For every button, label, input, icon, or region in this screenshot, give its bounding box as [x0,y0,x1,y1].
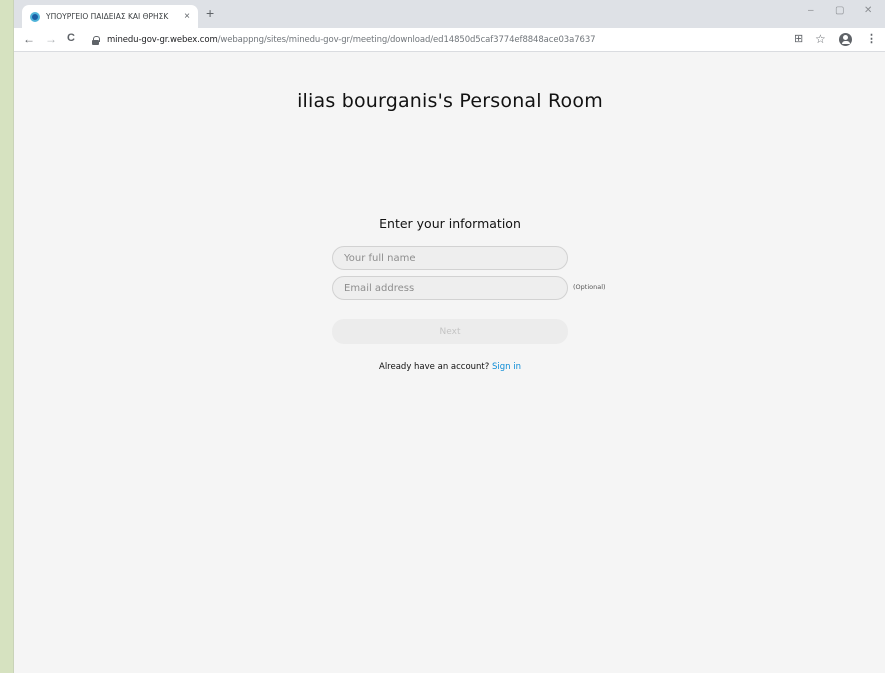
sign-in-link[interactable]: Sign in [492,362,521,372]
tab-title: ΥΠΟΥΡΓΕΙΟ ΠΑΙΔΕΙΑΣ ΚΑΙ ΘΡΗΣΚ [46,12,169,21]
next-button[interactable]: Next [332,319,568,344]
restore-icon[interactable]: ▢ [835,6,844,16]
back-icon[interactable]: ← [23,33,35,45]
translate-icon[interactable]: ⊞ [794,34,803,45]
desktop-background-strip [0,0,13,673]
url-path: /webappng/sites/minedu-gov-gr/meeting/do… [217,35,596,45]
tab-strip: ΥΠΟΥΡΓΕΙΟ ΠΑΙΔΕΙΑΣ ΚΑΙ ΘΡΗΣΚ × + – ▢ ✕ [14,0,885,28]
browser-window: ΥΠΟΥΡΓΕΙΟ ΠΑΙΔΕΙΑΣ ΚΑΙ ΘΡΗΣΚ × + – ▢ ✕ ←… [13,0,885,673]
url-text[interactable]: minedu-gov-gr.webex.com/webappng/sites/m… [107,35,596,45]
page-title: ilias bourganis's Personal Room [297,90,603,112]
minimize-icon[interactable]: – [808,6,814,16]
lock-icon[interactable] [92,35,100,45]
tab-close-icon[interactable]: × [184,11,190,22]
url-host: minedu-gov-gr.webex.com [107,35,218,45]
address-bar[interactable]: minedu-gov-gr.webex.com/webappng/sites/m… [92,31,792,49]
account-prompt-line: Already have an account? Sign in [14,362,885,372]
forward-icon[interactable]: → [45,33,57,45]
browser-toolbar: ← → C minedu-gov-gr.webex.com/webappng/s… [14,28,885,52]
browser-menu-icon[interactable]: ⋮ [866,34,877,45]
account-prompt-text: Already have an account? [379,362,490,372]
browser-tab[interactable]: ΥΠΟΥΡΓΕΙΟ ΠΑΙΔΕΙΑΣ ΚΑΙ ΘΡΗΣΚ × [22,5,198,28]
email-input[interactable] [332,276,568,300]
webex-favicon-icon [30,11,40,22]
form-heading: Enter your information [379,216,521,231]
profile-icon[interactable] [839,33,852,46]
close-window-icon[interactable]: ✕ [864,6,872,16]
bookmark-star-icon[interactable]: ☆ [815,33,826,45]
new-tab-icon[interactable]: + [206,6,214,20]
full-name-input[interactable] [332,246,568,270]
page-content: ilias bourganis's Personal Room Enter yo… [14,52,885,673]
reload-icon[interactable]: C [67,33,75,44]
optional-label: (Optional) [573,283,606,291]
